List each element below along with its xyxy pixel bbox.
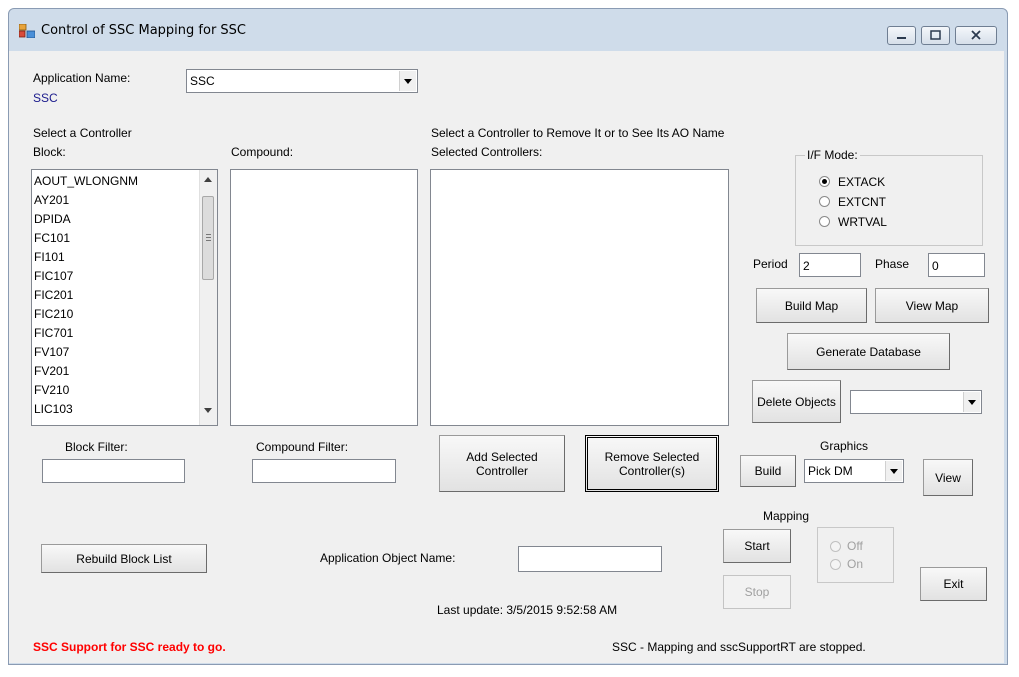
block-list[interactable]: AOUT_WLONGNM AY201 DPIDA FC101 FI101 FIC107 FI… <box>31 169 218 426</box>
graphics-build-button[interactable]: Build <box>740 455 796 487</box>
radio-extack-label: EXTACK <box>838 175 886 189</box>
list-item[interactable]: FV201 <box>32 362 200 381</box>
period-label: Period <box>753 257 788 271</box>
phase-value: 0 <box>932 259 939 273</box>
application-name-value: SSC <box>33 91 58 105</box>
maximize-button[interactable] <box>921 26 950 45</box>
block-filter-label: Block Filter: <box>65 440 128 454</box>
list-item[interactable]: FIC701 <box>32 324 200 343</box>
mapping-start-button[interactable]: Start <box>723 529 791 563</box>
chevron-down-icon[interactable] <box>885 461 902 481</box>
view-map-button[interactable]: View Map <box>875 288 989 323</box>
window-title: Control of SSC Mapping for SSC <box>41 23 247 38</box>
compound-label: Compound: <box>231 145 294 159</box>
chevron-down-icon[interactable] <box>963 392 980 412</box>
radio-extack[interactable] <box>819 176 830 187</box>
mapping-state-group <box>817 527 894 583</box>
delete-objects-combo[interactable] <box>850 390 982 414</box>
compound-list[interactable] <box>230 169 418 426</box>
graphics-label: Graphics <box>820 439 869 453</box>
mapping-off-label: Off <box>847 539 863 553</box>
close-icon <box>971 30 981 40</box>
delete-objects-button[interactable]: Delete Objects <box>752 380 841 423</box>
app-window-icon <box>18 23 36 39</box>
mapping-on-radio[interactable] <box>830 559 841 570</box>
list-item[interactable]: FV107 <box>32 343 200 362</box>
minimize-button[interactable] <box>887 26 916 45</box>
compound-filter-label: Compound Filter: <box>256 440 349 454</box>
mapping-off-radio[interactable] <box>830 541 841 552</box>
radio-wrtval-label: WRTVAL <box>838 215 887 229</box>
generate-database-button[interactable]: Generate Database <box>787 333 950 370</box>
application-name-label: Application Name: <box>33 71 131 85</box>
build-map-button[interactable]: Build Map <box>756 288 867 323</box>
graphics-dm-combo[interactable]: Pick DM <box>804 459 904 483</box>
list-item[interactable]: AOUT_WLONGNM <box>32 172 200 191</box>
application-object-name-label: Application Object Name: <box>320 551 456 565</box>
block-filter-input[interactable] <box>42 459 185 483</box>
list-item[interactable]: LIC103 <box>32 400 200 419</box>
list-item[interactable]: FIC107 <box>32 267 200 286</box>
minimize-icon <box>897 37 906 39</box>
scroll-down-icon[interactable] <box>204 408 212 413</box>
selected-controllers-label: Selected Controllers: <box>431 145 543 159</box>
list-item[interactable]: FC101 <box>32 229 200 248</box>
mapping-label: Mapping <box>763 509 810 523</box>
remove-selected-controllers-button[interactable]: Remove Selected Controller(s) <box>585 435 719 492</box>
block-label: Block: <box>33 145 66 159</box>
if-mode-legend: I/F Mode: <box>805 148 860 162</box>
block-list-items: AOUT_WLONGNM AY201 DPIDA FC101 FI101 FIC107 FI… <box>32 172 200 419</box>
phase-input[interactable]: 0 <box>928 253 985 277</box>
add-selected-controller-button[interactable]: Add Selected Controller <box>439 435 565 492</box>
status-message-left: SSC Support for SSC ready to go. <box>33 640 226 654</box>
client-area: Application Name: SSC SSC Select a Contr… <box>9 51 1004 663</box>
scroll-thumb[interactable] <box>202 196 214 280</box>
select-controller-heading: Select a Controller <box>33 126 132 140</box>
radio-extcnt-label: EXTCNT <box>838 195 886 209</box>
graphics-view-button[interactable]: View <box>923 459 973 496</box>
list-item[interactable]: FIC210 <box>32 305 200 324</box>
chevron-down-icon[interactable] <box>399 71 416 91</box>
application-name-combo-value: SSC <box>190 74 215 88</box>
status-message-right: SSC - Mapping and sscSupportRT are stopp… <box>612 640 866 654</box>
radio-extcnt[interactable] <box>819 196 830 207</box>
mapping-stop-button[interactable]: Stop <box>723 575 791 609</box>
graphics-dm-combo-value: Pick DM <box>808 464 853 478</box>
exit-button[interactable]: Exit <box>920 567 987 601</box>
list-item[interactable]: AY201 <box>32 191 200 210</box>
mapping-on-label: On <box>847 557 864 571</box>
compound-filter-input[interactable] <box>252 459 396 483</box>
scroll-up-icon[interactable] <box>204 177 212 182</box>
selected-controllers-heading: Select a Controller to Remove It or to S… <box>431 126 725 140</box>
close-button[interactable] <box>955 26 997 45</box>
rebuild-block-list-button[interactable]: Rebuild Block List <box>41 544 207 573</box>
application-object-name-input[interactable] <box>518 546 662 572</box>
period-value: 2 <box>803 259 810 273</box>
application-name-combo[interactable]: SSC <box>186 69 418 93</box>
period-input[interactable]: 2 <box>799 253 861 277</box>
list-item[interactable]: FIC201 <box>32 286 200 305</box>
last-update-text: Last update: 3/5/2015 9:52:58 AM <box>437 603 618 617</box>
title-bar[interactable]: Control of SSC Mapping for SSC <box>9 9 1007 51</box>
list-item[interactable]: FI101 <box>32 248 200 267</box>
list-item[interactable]: FV210 <box>32 381 200 400</box>
selected-controllers-list[interactable] <box>430 169 729 426</box>
block-list-scrollbar[interactable] <box>199 170 217 425</box>
list-item[interactable]: DPIDA <box>32 210 200 229</box>
phase-label: Phase <box>875 257 910 271</box>
maximize-icon <box>930 30 941 40</box>
radio-wrtval[interactable] <box>819 216 830 227</box>
